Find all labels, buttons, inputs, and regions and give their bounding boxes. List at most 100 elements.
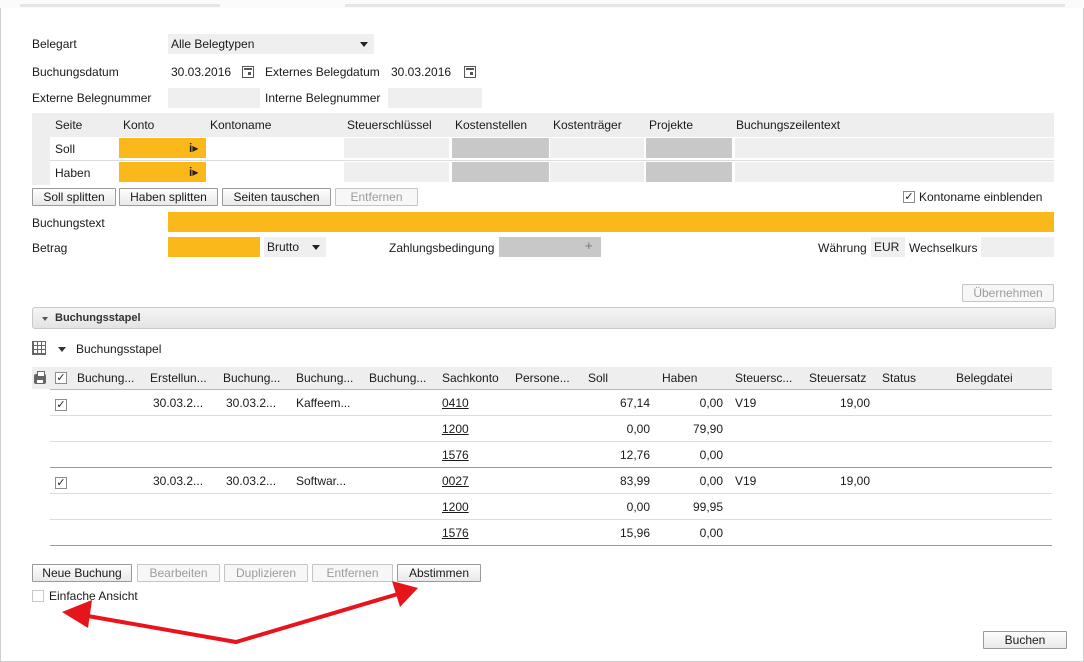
brutto-select[interactable]: Brutto — [264, 237, 326, 257]
row-checkbox[interactable]: ✓ — [55, 477, 67, 489]
row-checkbox[interactable]: ✓ — [55, 399, 67, 411]
info-icon[interactable]: i▸ — [189, 164, 198, 180]
cell-buchungsdatum: 30.03.2... — [226, 396, 277, 410]
cell-haben: 99,95 — [692, 500, 723, 514]
col-header[interactable]: Persone... — [515, 370, 570, 386]
wechselkurs-field[interactable] — [981, 237, 1054, 257]
soll-kostenstellen-field[interactable] — [452, 138, 549, 158]
zahlungsbedingung-label: Zahlungsbedingung — [389, 241, 495, 255]
chevron-down-icon[interactable] — [58, 347, 66, 352]
cell-soll: 83,99 — [619, 474, 650, 488]
entfernen-button[interactable]: Entfernen — [312, 564, 393, 582]
col-header-soll[interactable]: Soll — [588, 370, 608, 386]
col-header-status[interactable]: Status — [882, 370, 916, 386]
soll-zeilentext-field[interactable] — [735, 138, 1054, 158]
header-divider — [50, 389, 1052, 390]
belegart-select[interactable]: Alle Belegtypen — [168, 34, 374, 54]
entry-row-gutter — [32, 137, 50, 185]
col-header-haben[interactable]: Haben — [662, 370, 697, 386]
int-belegnummer-field[interactable] — [388, 88, 482, 108]
bearbeiten-button[interactable]: Bearbeiten — [137, 564, 220, 582]
haben-splitten-button[interactable]: Haben splitten — [119, 188, 218, 206]
sachkonto-link[interactable]: 1576 — [442, 525, 469, 541]
calendar-icon[interactable] — [242, 66, 254, 78]
buchen-button[interactable]: Buchen — [983, 631, 1067, 649]
stapel-dropdown-label[interactable]: Buchungsstapel — [76, 341, 161, 357]
cell-steuersatz: 19,00 — [839, 396, 870, 410]
duplizieren-button[interactable]: Duplizieren — [224, 564, 308, 582]
sachkonto-link[interactable]: 1200 — [442, 421, 469, 437]
haben-zeilentext-field[interactable] — [735, 162, 1054, 182]
plus-icon[interactable]: + — [585, 238, 593, 254]
cell-soll: 12,76 — [619, 448, 650, 462]
select-all-checkbox[interactable]: ✓ — [55, 372, 67, 384]
belegart-label: Belegart — [32, 37, 77, 51]
waehrung-label: Währung — [818, 241, 867, 255]
betrag-field[interactable] — [168, 237, 260, 257]
brutto-value: Brutto — [267, 240, 300, 254]
col-header[interactable]: Buchung... — [296, 370, 353, 386]
waehrung-value: EUR — [874, 240, 900, 254]
einfache-ansicht-checkbox[interactable] — [32, 590, 44, 602]
info-icon[interactable]: i▸ — [189, 140, 198, 156]
print-icon[interactable] — [34, 371, 46, 384]
soll-splitten-button[interactable]: Soll splitten — [32, 188, 116, 206]
col-header-steuersatz[interactable]: Steuersatz — [809, 370, 866, 386]
haben-konto-field[interactable]: i▸ — [119, 162, 206, 182]
soll-steuerschluessel-field[interactable] — [344, 138, 449, 158]
row-divider — [50, 441, 1052, 442]
entfernen-button[interactable]: Entfernen — [335, 188, 418, 206]
cell-steuersatz: 19,00 — [839, 474, 870, 488]
sachkonto-link[interactable]: 1576 — [442, 447, 469, 463]
col-header[interactable]: Buchung... — [369, 370, 426, 386]
cell-soll: 0,00 — [626, 422, 650, 436]
cell-buchungsdatum: 30.03.2... — [226, 474, 277, 488]
entry-header-seite: Seite — [55, 118, 83, 132]
chevron-down-icon — [360, 42, 368, 47]
sachkonto-link[interactable]: 0027 — [442, 473, 469, 489]
buchungstext-field[interactable] — [168, 212, 1054, 232]
buchungstext-label: Buchungstext — [32, 216, 105, 230]
row-divider — [50, 415, 1052, 416]
soll-projekte-field[interactable] — [646, 138, 732, 158]
col-header[interactable]: Buchung... — [77, 370, 134, 386]
col-header[interactable]: Buchung... — [223, 370, 280, 386]
section-title: Buchungsstapel — [55, 312, 141, 324]
haben-kostenstellen-field[interactable] — [452, 162, 549, 182]
calendar-icon[interactable] — [464, 66, 476, 78]
chevron-down-icon — [312, 245, 320, 250]
cell-haben: 0,00 — [699, 396, 723, 410]
row-divider — [50, 519, 1052, 520]
table-settings-icon[interactable] — [32, 341, 46, 355]
col-header-belegdatei[interactable]: Belegdatei — [956, 370, 1013, 386]
sachkonto-link[interactable]: 0410 — [442, 395, 469, 411]
soll-konto-field[interactable]: i▸ — [119, 138, 206, 158]
entry-header-kostenstellen: Kostenstellen — [455, 118, 528, 132]
haben-kostentraeger-field[interactable] — [550, 162, 644, 182]
ext-belegnummer-label: Externe Belegnummer — [32, 91, 152, 105]
haben-projekte-field[interactable] — [646, 162, 732, 182]
soll-kostentraeger-field[interactable] — [550, 138, 644, 158]
sachkonto-link[interactable]: 1200 — [442, 499, 469, 515]
seiten-tauschen-button[interactable]: Seiten tauschen — [222, 188, 331, 206]
entry-table-header — [32, 113, 1054, 137]
cell-soll: 67,14 — [619, 396, 650, 410]
buchungsstapel-section[interactable]: Buchungsstapel — [32, 307, 1056, 329]
entry-header-kostentraeger: Kostenträger — [553, 118, 622, 132]
uebernehmen-button[interactable]: Übernehmen — [962, 284, 1054, 302]
kontoname-einblenden-label: Kontoname einblenden — [919, 190, 1043, 204]
cell-soll: 0,00 — [626, 500, 650, 514]
haben-steuerschluessel-field[interactable] — [344, 162, 449, 182]
cell-erstellung: 30.03.2... — [153, 474, 204, 488]
col-header-sachkonto[interactable]: Sachkonto — [442, 370, 499, 386]
entry-row-soll-label: Soll — [55, 142, 76, 156]
einfache-ansicht-label: Einfache Ansicht — [49, 589, 138, 603]
waehrung-field[interactable]: EUR — [871, 237, 905, 257]
col-header[interactable]: Steuersc... — [735, 370, 792, 386]
kontoname-checkbox[interactable]: ✓ — [903, 191, 915, 203]
neue-buchung-button[interactable]: Neue Buchung — [32, 564, 132, 582]
abstimmen-button[interactable]: Abstimmen — [397, 564, 481, 582]
col-header[interactable]: Erstellun... — [150, 370, 207, 386]
ext-belegnummer-field[interactable] — [168, 88, 260, 108]
zahlungsbedingung-field[interactable]: + — [499, 237, 601, 257]
